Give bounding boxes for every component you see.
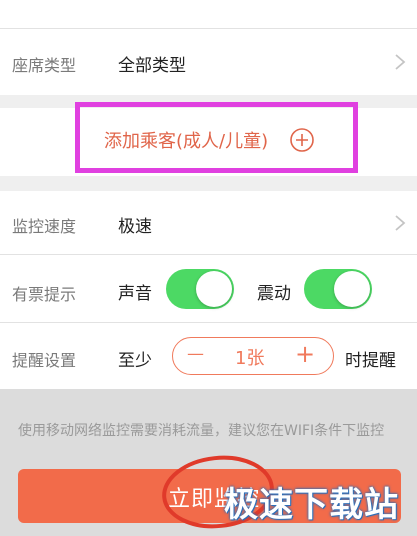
vibrate-toggle[interactable] [304, 269, 372, 309]
seat-type-label: 座席类型 [12, 56, 77, 75]
reminder-suffix: 时提醒 [345, 351, 396, 371]
add-passenger-label: 添加乘客(成人/儿童) [104, 131, 269, 152]
ticket-alert-label: 有票提示 [12, 285, 77, 304]
ticket-count-value: 1张 [235, 348, 265, 369]
sound-label: 声音 [118, 284, 152, 304]
monitor-speed-label: 监控速度 [12, 217, 77, 236]
plus-circle-icon [290, 128, 314, 152]
chevron-right-icon [395, 54, 406, 70]
vibrate-label: 震动 [257, 284, 291, 304]
ticket-count-stepper: — 1张 + [172, 337, 334, 375]
sound-toggle[interactable] [166, 269, 234, 309]
seat-type-value: 全部类型 [118, 56, 186, 76]
reminder-label: 提醒设置 [12, 351, 77, 370]
top-strip [0, 0, 417, 28]
toggle-knob [196, 271, 232, 307]
watermark-logo: 极速下载站 [224, 485, 399, 525]
seat-type-row[interactable]: 座席类型 全部类型 [0, 29, 417, 95]
plus-button[interactable]: + [295, 340, 315, 368]
minus-button[interactable]: — [187, 344, 204, 364]
chevron-right-icon [395, 215, 406, 231]
monitor-speed-value: 极速 [118, 217, 152, 237]
monitor-speed-row[interactable]: 监控速度 极速 [0, 191, 417, 254]
add-passenger-button[interactable]: 添加乘客(成人/儿童) [75, 102, 358, 173]
ticket-alert-row: 有票提示 声音 震动 [0, 255, 417, 322]
toggle-knob [334, 271, 370, 307]
data-usage-notice: 使用移动网络监控需要消耗流量，建议您在WIFI条件下监控 [18, 423, 385, 439]
reminder-prefix: 至少 [118, 351, 152, 371]
